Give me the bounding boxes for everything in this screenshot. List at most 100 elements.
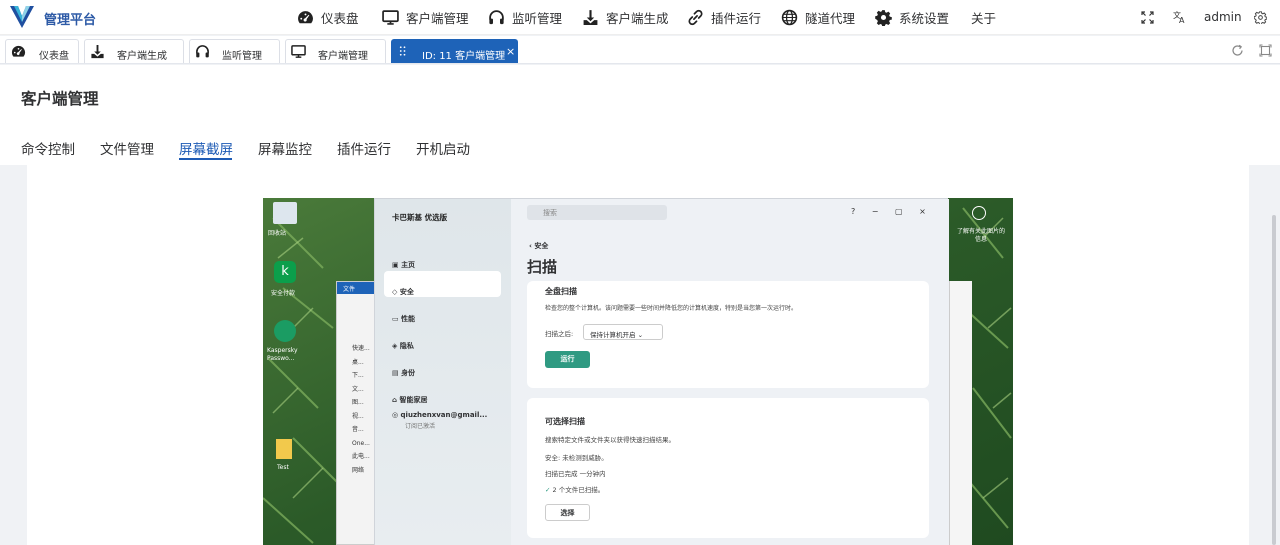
identity-icon: ▤ — [392, 369, 402, 377]
product-name: 卡巴斯基 优选版 — [392, 213, 448, 222]
menu-home[interactable]: ▣ 主页 — [392, 252, 427, 279]
menu-smart-home[interactable]: ⌂ 智能家居 — [392, 387, 427, 414]
user-menu[interactable]: admin — [1204, 9, 1242, 25]
scan-status-files: ✓ 2 个文件已扫描。 — [545, 484, 604, 494]
explorer-item[interactable]: 图... — [352, 396, 370, 410]
explorer-item[interactable]: 桌... — [352, 356, 370, 370]
menu-privacy[interactable]: ◈ 隐私 — [392, 333, 427, 360]
tab-client-management[interactable]: 客户端管理 — [285, 39, 386, 63]
menu-performance[interactable]: ▭ 性能 — [392, 306, 427, 333]
tab-label: ID: 11 客户端管理 — [422, 51, 506, 62]
side-panel — [949, 281, 972, 545]
selective-scan-title: 可选择扫描 — [545, 417, 585, 426]
explorer-item[interactable]: One... — [352, 437, 370, 451]
subtab-startup[interactable]: 开机启动 — [416, 138, 470, 158]
nav-plugin-run[interactable]: 插件运行 — [687, 7, 761, 27]
headset-icon — [196, 45, 209, 58]
explorer-item[interactable]: 此电... — [352, 450, 370, 464]
kaspersky-safe-money-icon[interactable]: k — [274, 261, 296, 283]
top-navbar: 管理平台 仪表盘 客户端管理 监听管理 客户端生成 插件运行 隧道代理 系统设置… — [0, 0, 1280, 35]
selective-scan-description: 搜索特定文件或文件夹以获得快速扫描结果。 — [545, 436, 675, 444]
kaspersky-window[interactable]: 卡巴斯基 优选版 ▣ 主页 ◇ 安全 ▭ 性能 ◈ 隐私 ▤ 身份 ⌂ 智能家居… — [374, 198, 949, 545]
translate-icon: 文A — [1173, 10, 1185, 24]
window-controls[interactable]: ? − ▢ × — [851, 207, 926, 216]
remote-screenshot: 回收站 k 安全付款 Kaspersky Passwo... Test 了解有关… — [263, 198, 1013, 545]
tab-client-generate[interactable]: 客户端生成 — [84, 39, 184, 63]
tab-label: 仪表盘 — [39, 51, 69, 62]
nav-label: 插件运行 — [711, 10, 762, 26]
nav-label: 监听管理 — [512, 10, 563, 26]
nav-listener-management[interactable]: 监听管理 — [488, 7, 562, 27]
menu-label: 主页 — [401, 261, 416, 269]
desktop-icon-label: Kaspersky Passwo... — [267, 347, 298, 362]
recycle-bin-icon[interactable] — [273, 202, 297, 224]
close-icon[interactable]: × — [506, 45, 515, 58]
kaspersky-password-icon[interactable] — [274, 320, 296, 342]
subtab-screen-monitor[interactable]: 屏幕监控 — [258, 138, 312, 158]
wallpaper-info-label: 了解有关此图片的信息 — [956, 228, 1005, 243]
home-icon: ▣ — [392, 261, 402, 269]
dashboard-icon — [298, 10, 313, 23]
privacy-icon: ◈ — [392, 342, 400, 350]
nav-client-generate[interactable]: 客户端生成 — [582, 7, 669, 27]
gear-icon — [1254, 10, 1267, 24]
after-scan-select[interactable]: 保持计算机开启 ⌄ — [583, 324, 663, 340]
menu-identity[interactable]: ▤ 身份 — [392, 360, 427, 387]
explorer-item[interactable]: 音... — [352, 423, 370, 437]
explorer-item[interactable]: 视... — [352, 410, 370, 424]
folder-icon[interactable] — [276, 439, 292, 459]
explorer-item[interactable]: 网络 — [352, 464, 370, 478]
select-button[interactable]: 选择 — [545, 504, 590, 521]
account-email[interactable]: ◎ qiuzhenxvan@gmail... — [392, 411, 487, 419]
tab-label: 客户端生成 — [117, 51, 167, 62]
tab-label: 客户端管理 — [318, 51, 368, 62]
subtab-plugin-run[interactable]: 插件运行 — [337, 138, 391, 158]
svg-text:A: A — [1179, 16, 1185, 24]
subtab-screenshot[interactable]: 屏幕截屏 — [179, 138, 233, 158]
scan-status-completed: 扫描已完成 一分钟内 — [545, 470, 606, 478]
scan-status-safe: 安全: 未检测到威胁。 — [545, 454, 608, 462]
run-button[interactable]: 运行 — [545, 351, 590, 368]
dashboard-icon — [11, 45, 26, 57]
nav-client-management[interactable]: 客户端管理 — [382, 7, 469, 27]
kaspersky-search[interactable]: 搜索 — [527, 205, 667, 220]
nav-system-settings[interactable]: 系统设置 — [875, 7, 949, 27]
menu-label: 智能家居 — [399, 396, 428, 404]
settings-button[interactable] — [1254, 9, 1267, 25]
selective-scan-card: 可选择扫描 搜索特定文件或文件夹以获得快速扫描结果。 安全: 未检测到威胁。 扫… — [527, 398, 929, 538]
full-scan-description: 检查您的整个计算机。该问题需要一些时间并降低您的计算机速度，特别是当您第一次运行… — [545, 305, 798, 312]
language-button[interactable]: 文A — [1173, 9, 1187, 25]
fullscreen-button[interactable] — [1141, 9, 1154, 25]
subtab-command-control[interactable]: 命令控制 — [21, 138, 75, 158]
account-status: 订阅已激活 — [405, 423, 436, 430]
scan-heading: 扫描 — [527, 258, 558, 276]
nav-tunnel-proxy[interactable]: 隧道代理 — [781, 7, 855, 27]
info-icon[interactable] — [972, 206, 986, 220]
menu-security[interactable]: ◇ 安全 — [392, 279, 427, 306]
subtab-file-management[interactable]: 文件管理 — [100, 138, 154, 158]
plugin-icon — [688, 9, 703, 25]
tab-listener-management[interactable]: 监听管理 — [189, 39, 280, 63]
page-scrollbar[interactable] — [1272, 215, 1276, 545]
nav-dashboard[interactable]: 仪表盘 — [297, 7, 359, 27]
menu-label: 安全 — [399, 288, 414, 296]
tab-dashboard[interactable]: 仪表盘 — [5, 39, 79, 63]
nav-about[interactable]: 关于 — [971, 7, 996, 27]
explorer-item[interactable]: 下... — [352, 369, 370, 383]
desktop-icon-label: 安全付款 — [271, 290, 296, 297]
menu-label: 隐私 — [399, 342, 414, 350]
tab-client-11[interactable]: ID: 11 客户端管理 × — [391, 39, 518, 63]
globe-icon — [781, 9, 798, 25]
monitor-icon — [291, 45, 306, 58]
explorer-item[interactable]: 快速... — [352, 342, 370, 356]
back-link[interactable]: ‹ 安全 — [529, 241, 548, 251]
maximize-button[interactable] — [1259, 42, 1272, 58]
performance-icon: ▭ — [392, 315, 402, 323]
chevron-down-icon: ⌄ — [637, 331, 644, 339]
tab-bar: 仪表盘 客户端生成 监听管理 客户端管理 ID: 11 客户端管理 × — [0, 36, 1280, 64]
shield-icon: ◇ — [392, 288, 400, 296]
monitor-icon — [382, 9, 399, 25]
files-scanned: 2 个文件已扫描。 — [552, 486, 605, 494]
explorer-item[interactable]: 文... — [352, 383, 370, 397]
refresh-button[interactable] — [1231, 42, 1244, 58]
